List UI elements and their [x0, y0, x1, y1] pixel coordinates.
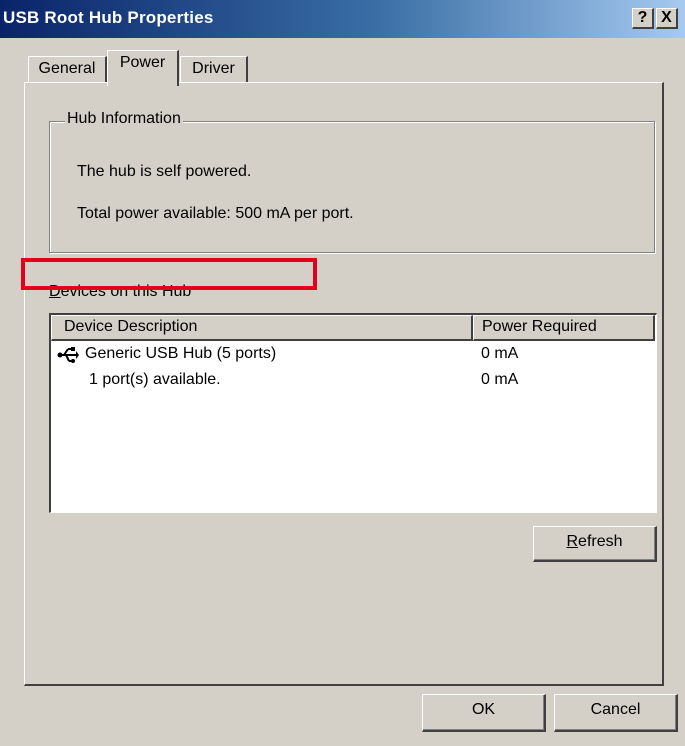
tab-general[interactable]: General [28, 56, 107, 84]
tab-driver[interactable]: Driver [180, 56, 248, 84]
help-button[interactable]: ? [632, 8, 654, 29]
device-description: Generic USB Hub (5 ports) [85, 345, 277, 362]
hub-information-label: Hub Information [65, 110, 183, 128]
list-header: Device Description Power Required [51, 315, 656, 341]
power-tab-panel: Hub Information The hub is self powered.… [24, 82, 664, 686]
highlight-box [21, 258, 317, 290]
device-power: 0 mA [481, 371, 519, 388]
cancel-button[interactable]: Cancel [554, 694, 678, 732]
refresh-button[interactable]: Refresh [533, 526, 657, 562]
column-power-required[interactable]: Power Required [473, 315, 655, 341]
total-power-text: Total power available: 500 mA per port. [77, 205, 354, 222]
ok-button[interactable]: OK [422, 694, 546, 732]
list-item[interactable]: Generic USB Hub (5 ports) 0 mA [51, 342, 656, 368]
refresh-mnemonic: R [566, 533, 579, 550]
close-button[interactable]: X [656, 8, 678, 29]
refresh-label-rest: efresh [578, 533, 623, 550]
self-powered-text: The hub is self powered. [77, 163, 252, 180]
title-bar[interactable]: USB Root Hub Properties ? X [0, 0, 685, 38]
tab-strip: General Power Driver [0, 38, 685, 86]
hub-information-group [49, 121, 655, 253]
device-power: 0 mA [481, 345, 519, 362]
window-title: USB Root Hub Properties [3, 8, 214, 27]
properties-dialog: USB Root Hub Properties ? X General Powe… [0, 0, 685, 746]
devices-list[interactable]: Device Description Power Required Generi… [49, 313, 657, 513]
list-item[interactable]: 1 port(s) available. 0 mA [51, 368, 656, 394]
tab-power[interactable]: Power [107, 50, 179, 86]
device-description: 1 port(s) available. [89, 371, 221, 388]
usb-icon [57, 346, 79, 364]
column-device-description[interactable]: Device Description [51, 315, 473, 341]
